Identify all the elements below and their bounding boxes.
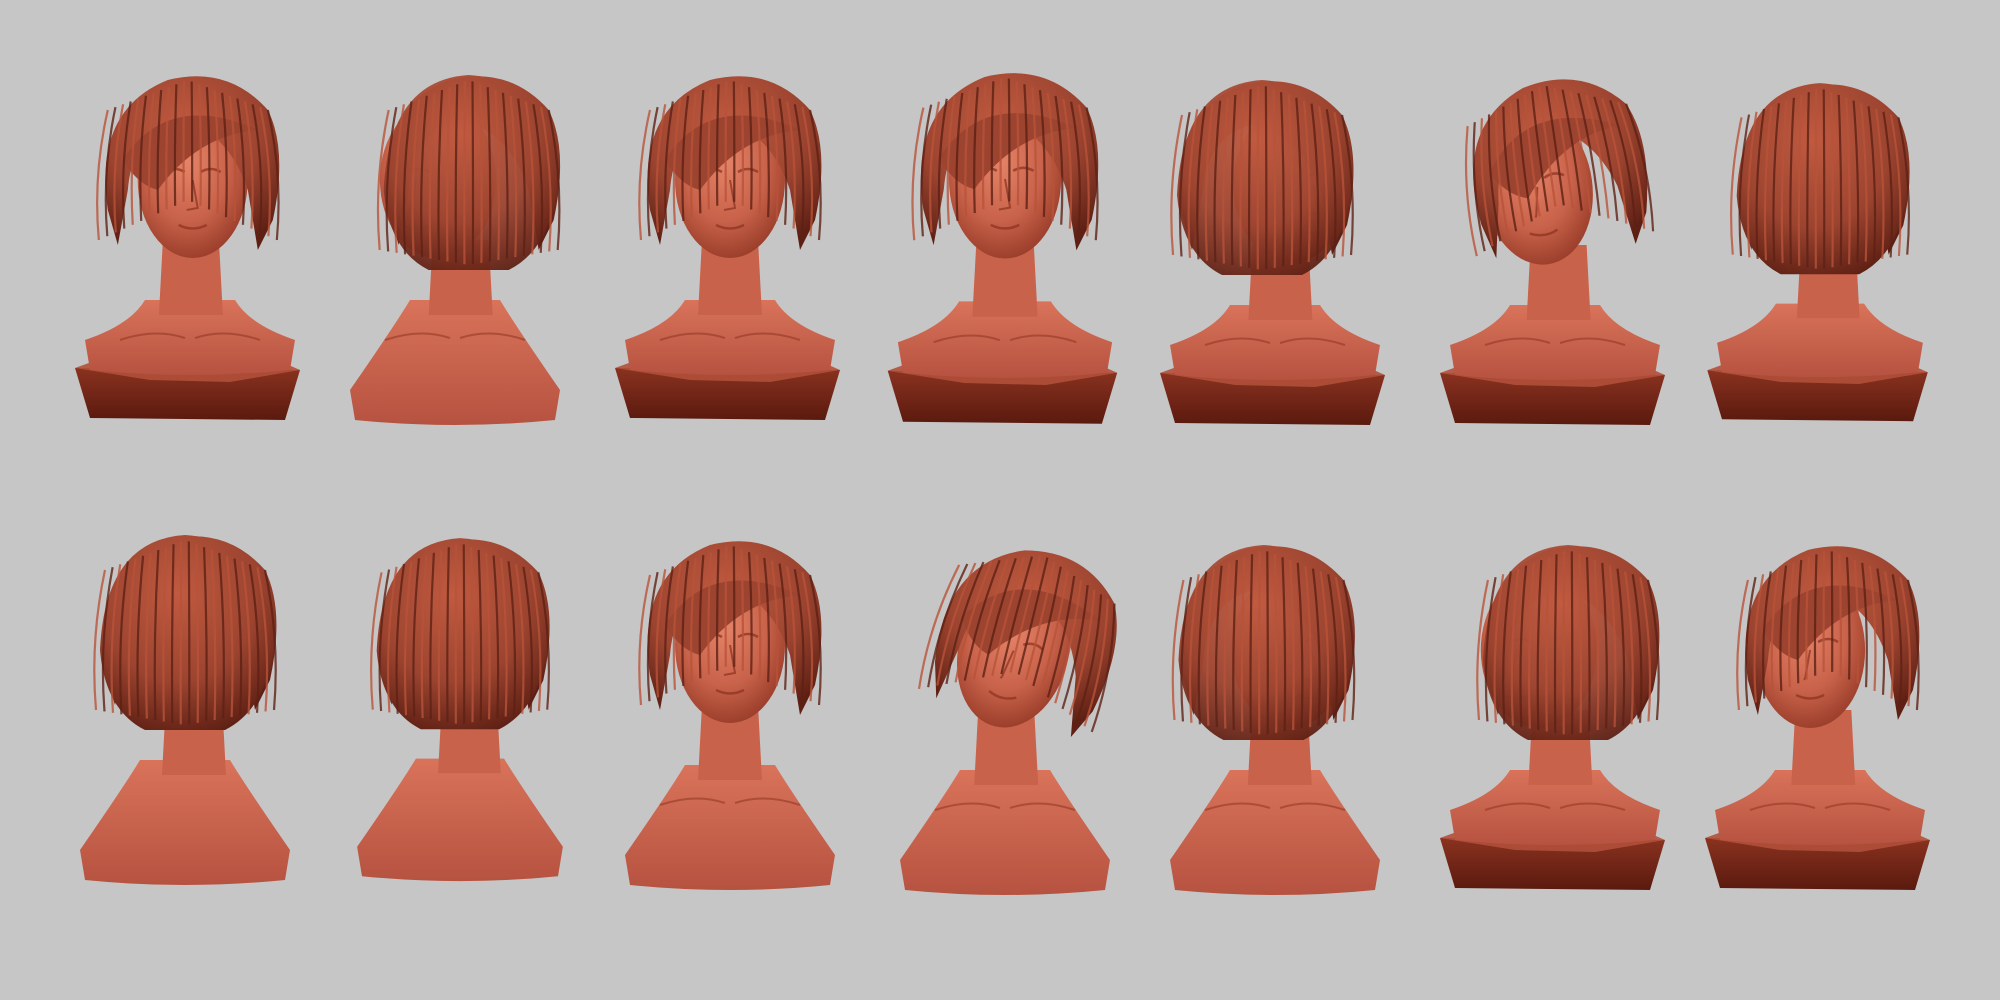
turnaround-sheet [0,0,2000,1000]
